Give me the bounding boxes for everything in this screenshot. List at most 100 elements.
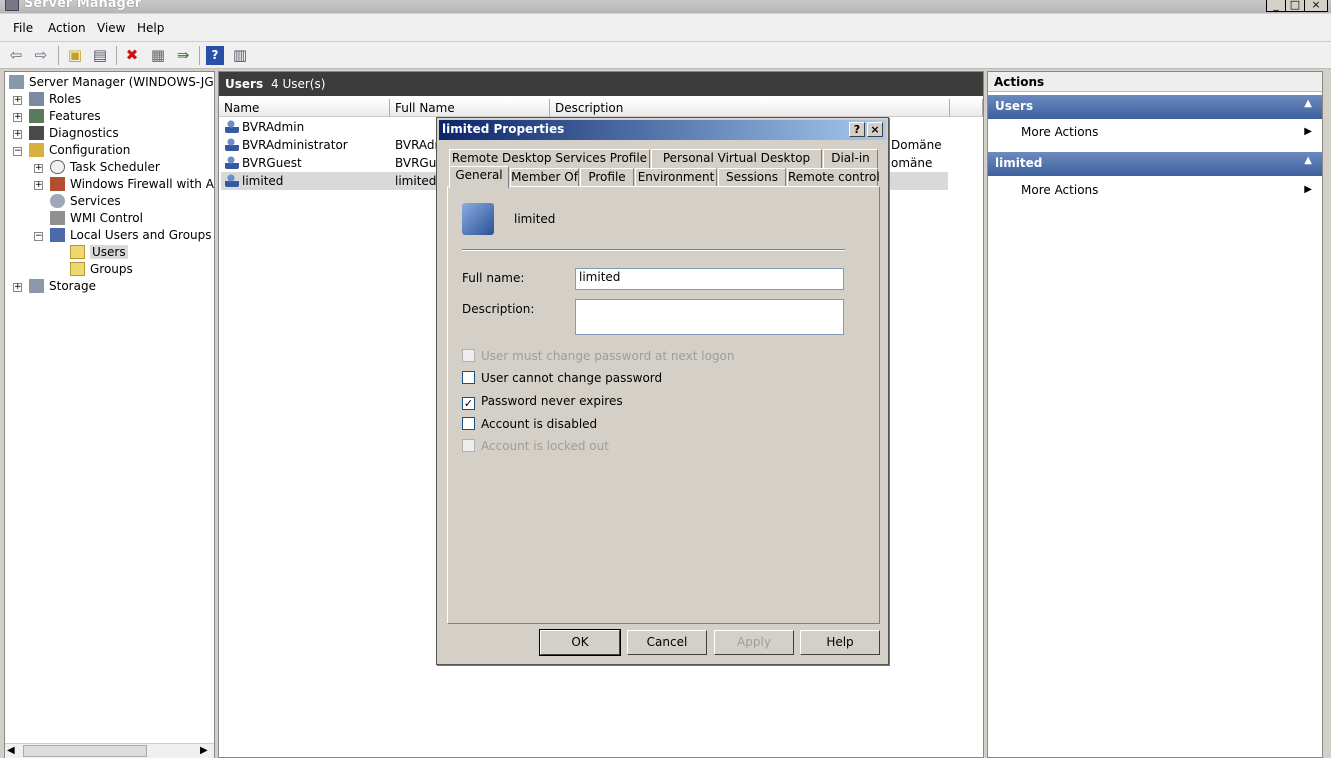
apply-button[interactable]: Apply bbox=[714, 630, 794, 655]
tree-item-groups[interactable]: Groups bbox=[70, 261, 133, 278]
tree-item-diagnostics[interactable]: Diagnostics bbox=[29, 125, 119, 142]
configuration-icon bbox=[29, 143, 44, 157]
tree-item-local-users-groups[interactable]: Local Users and Groups bbox=[50, 227, 212, 244]
maximize-button[interactable]: □ bbox=[1285, 0, 1305, 12]
tree-item-features[interactable]: Features bbox=[29, 108, 101, 125]
collapse-arrow-icon[interactable]: ▲ bbox=[1304, 98, 1312, 109]
expand-task-scheduler[interactable]: + bbox=[34, 164, 43, 173]
minimize-button[interactable]: _ bbox=[1266, 0, 1286, 12]
column-name[interactable]: Name bbox=[219, 99, 390, 117]
tab-sessions[interactable]: Sessions bbox=[718, 168, 786, 187]
menu-view[interactable]: View bbox=[97, 21, 125, 35]
tab-member-of[interactable]: Member Of bbox=[510, 168, 579, 187]
actions-header: Actions bbox=[988, 72, 1322, 92]
user-avatar-icon bbox=[462, 203, 494, 235]
help-icon[interactable]: ? bbox=[206, 46, 224, 65]
back-arrow-icon[interactable]: ⇦ bbox=[7, 46, 25, 65]
ok-button[interactable]: OK bbox=[539, 629, 621, 656]
tree-item-firewall[interactable]: Windows Firewall with Adva bbox=[50, 176, 214, 193]
expand-roles[interactable]: + bbox=[13, 96, 22, 105]
general-tab-panel: limited Full name: limited Description: … bbox=[447, 186, 880, 624]
cancel-button[interactable]: Cancel bbox=[627, 630, 707, 655]
roles-icon bbox=[29, 92, 44, 106]
tree-root[interactable]: Server Manager (WINDOWS-JGHJC bbox=[9, 74, 214, 91]
menu-help[interactable]: Help bbox=[137, 21, 164, 35]
dialog-help-button[interactable]: ? bbox=[849, 122, 865, 137]
up-folder-icon[interactable]: ▣ bbox=[65, 46, 85, 65]
scroll-right-icon[interactable]: ▶ bbox=[200, 745, 208, 756]
tree-item-users[interactable]: Users bbox=[70, 244, 128, 261]
actions-section-users[interactable]: Users ▲ bbox=[988, 95, 1322, 119]
close-window-button[interactable]: × bbox=[1304, 0, 1328, 12]
forward-arrow-icon[interactable]: ⇨ bbox=[32, 46, 50, 65]
collapse-configuration[interactable]: − bbox=[13, 147, 22, 156]
cannot-change-password-checkbox[interactable]: User cannot change password bbox=[462, 371, 662, 387]
tree-item-storage[interactable]: Storage bbox=[29, 278, 96, 295]
tree-item-wmi-control[interactable]: WMI Control bbox=[50, 210, 143, 227]
checkbox-icon bbox=[462, 349, 475, 362]
tab-personal-virtual-desktop[interactable]: Personal Virtual Desktop bbox=[651, 149, 822, 168]
actions-section-limited[interactable]: limited ▲ bbox=[988, 152, 1322, 176]
column-filler bbox=[950, 99, 983, 117]
folder-icon bbox=[70, 262, 85, 276]
description-field[interactable] bbox=[575, 299, 844, 335]
expand-features[interactable]: + bbox=[13, 113, 22, 122]
dialog-username: limited bbox=[514, 212, 556, 226]
tab-general[interactable]: General bbox=[449, 166, 509, 188]
menu-bar: File Action View Help bbox=[0, 14, 1331, 42]
column-full-name[interactable]: Full Name bbox=[390, 99, 550, 117]
password-never-expires-checkbox[interactable]: ✓ Password never expires bbox=[462, 394, 623, 410]
show-hide-actions-icon[interactable]: ▥ bbox=[230, 46, 250, 65]
server-icon bbox=[9, 75, 24, 89]
tree-item-roles[interactable]: Roles bbox=[29, 91, 81, 108]
tree-item-task-scheduler[interactable]: Task Scheduler bbox=[50, 159, 160, 176]
account-disabled-checkbox[interactable]: Account is disabled bbox=[462, 417, 597, 433]
tree-item-services[interactable]: Services bbox=[50, 193, 121, 210]
properties-dialog: limited Properties ? × Remote Desktop Se… bbox=[436, 117, 889, 665]
user-count: 4 User(s) bbox=[271, 77, 326, 91]
user-icon bbox=[225, 173, 239, 187]
toolbar: ⇦ ⇨ ▣ ▤ ✖ ▦ ⇛ ? ▥ bbox=[0, 42, 1331, 69]
expand-storage[interactable]: + bbox=[13, 283, 22, 292]
column-description[interactable]: Description bbox=[550, 99, 950, 117]
actions-pane: Actions Users ▲ More Actions ▶ limited ▲ M… bbox=[987, 71, 1323, 758]
delete-icon[interactable]: ✖ bbox=[122, 46, 142, 65]
window-title-bar: Server Manager _ □ × bbox=[0, 0, 1331, 13]
gear-icon bbox=[50, 194, 65, 208]
menu-file[interactable]: File bbox=[13, 21, 33, 35]
folder-icon bbox=[70, 245, 85, 259]
server-manager-icon bbox=[5, 0, 19, 11]
tab-remote-control[interactable]: Remote control bbox=[787, 168, 880, 187]
properties-icon[interactable]: ▦ bbox=[148, 46, 168, 65]
scroll-left-icon[interactable]: ◀ bbox=[7, 745, 15, 756]
collapse-local-users[interactable]: − bbox=[34, 232, 43, 241]
user-icon bbox=[225, 119, 239, 133]
collapse-arrow-icon[interactable]: ▲ bbox=[1304, 155, 1312, 166]
console-tree: Server Manager (WINDOWS-JGHJC + Roles + … bbox=[4, 71, 215, 758]
description-label: Description: bbox=[462, 302, 535, 316]
separator bbox=[462, 249, 845, 251]
expand-diagnostics[interactable]: + bbox=[13, 130, 22, 139]
scroll-thumb[interactable] bbox=[23, 745, 147, 757]
checkbox-icon bbox=[462, 439, 475, 452]
dialog-title: limited Properties bbox=[442, 122, 565, 136]
dialog-close-button[interactable]: × bbox=[867, 122, 883, 137]
must-change-password-checkbox[interactable]: User must change password at next logon bbox=[462, 349, 735, 365]
export-icon[interactable]: ⇛ bbox=[173, 46, 193, 65]
help-button[interactable]: Help bbox=[800, 630, 880, 655]
more-actions-users[interactable]: More Actions bbox=[1021, 125, 1098, 139]
tab-environment[interactable]: Environment bbox=[635, 168, 717, 187]
more-actions-limited[interactable]: More Actions bbox=[1021, 183, 1098, 197]
tab-dial-in[interactable]: Dial-in bbox=[823, 149, 878, 168]
account-locked-out-checkbox[interactable]: Account is locked out bbox=[462, 439, 609, 455]
dialog-title-bar: limited Properties ? × bbox=[439, 120, 886, 140]
tree-item-configuration[interactable]: Configuration bbox=[29, 142, 130, 159]
menu-action[interactable]: Action bbox=[48, 21, 86, 35]
expand-firewall[interactable]: + bbox=[34, 181, 43, 190]
clock-icon bbox=[50, 160, 65, 174]
tree-horizontal-scrollbar[interactable]: ◀ ▶ bbox=[5, 743, 214, 758]
storage-icon bbox=[29, 279, 44, 293]
tab-profile[interactable]: Profile bbox=[580, 168, 634, 187]
show-hide-tree-icon[interactable]: ▤ bbox=[90, 46, 110, 65]
full-name-field[interactable]: limited bbox=[575, 268, 844, 290]
